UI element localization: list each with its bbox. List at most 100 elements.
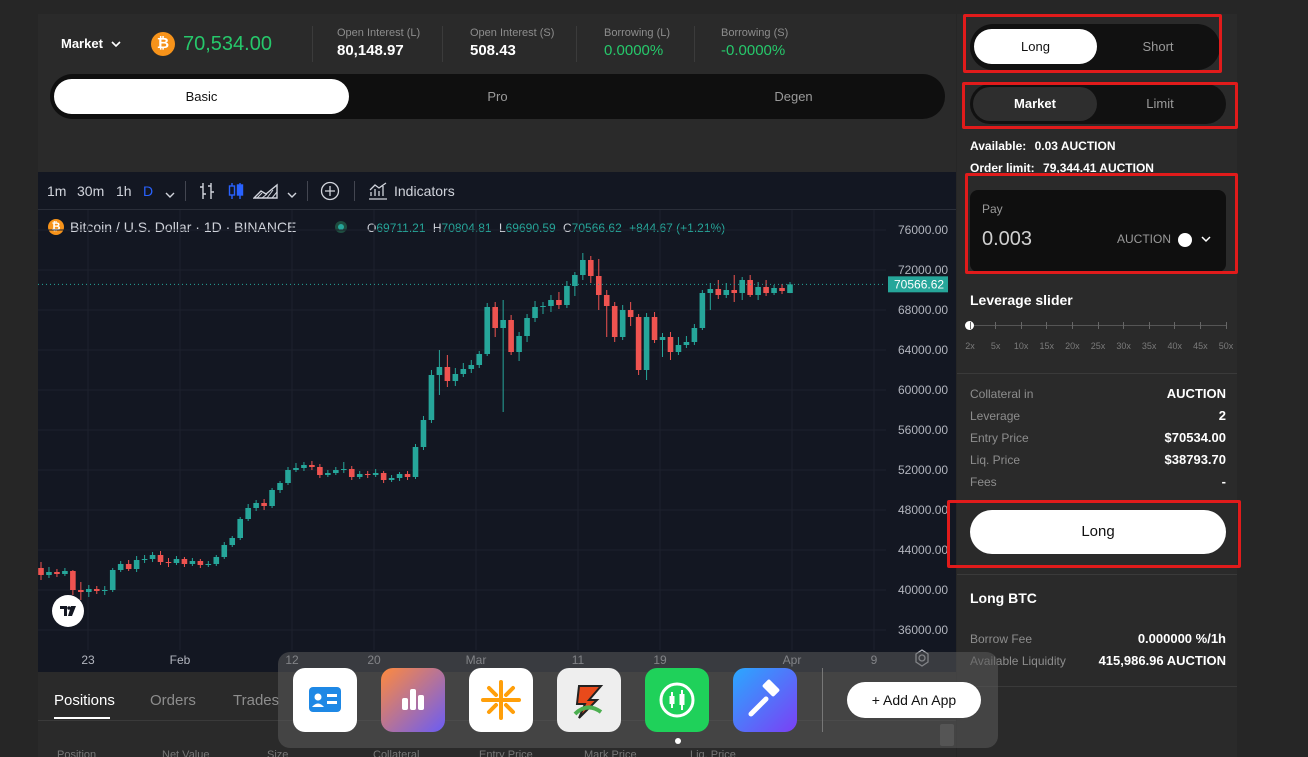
table-header-entry-price: Entry Price — [479, 749, 533, 757]
stat-label: Borrowing (S) — [721, 27, 789, 39]
bar-chart-icon[interactable] — [199, 182, 215, 203]
dock-app-contacts[interactable] — [293, 668, 357, 732]
interval-d[interactable]: D — [143, 183, 153, 199]
tab-limit[interactable]: Limit — [1098, 87, 1222, 121]
order-limit-label: Order limit: — [970, 161, 1035, 175]
candle-body — [683, 342, 690, 345]
tab-pro[interactable]: Pro — [350, 79, 645, 114]
candle-body — [197, 561, 204, 565]
interval-30m[interactable]: 30m — [77, 183, 104, 199]
table-header-size: Size — [267, 749, 289, 757]
tab-positions[interactable]: Positions — [54, 692, 115, 709]
candle-body — [237, 519, 244, 538]
tab-basic[interactable]: Basic — [54, 79, 349, 114]
candle-body — [340, 469, 347, 470]
candle-chart-icon[interactable] — [228, 182, 244, 203]
market-select[interactable]: Market — [61, 36, 121, 51]
compare-plus-icon[interactable] — [320, 181, 340, 204]
leverage-tick-label[interactable]: 20x — [1060, 341, 1084, 351]
divider — [442, 26, 443, 62]
pay-input[interactable]: 0.003 — [982, 228, 1032, 251]
divider — [307, 181, 308, 201]
candle-body — [691, 328, 698, 342]
pay-token-select[interactable]: AUCTION — [1117, 232, 1211, 247]
table-header-net-value: Net Value — [162, 749, 210, 757]
tab-degen[interactable]: Degen — [646, 79, 941, 114]
candle-body — [70, 571, 76, 590]
divider — [312, 26, 313, 62]
order-type-tabs: Market Limit — [970, 84, 1226, 124]
candle-body — [157, 555, 164, 562]
add-app-button[interactable]: + Add An App — [847, 682, 981, 718]
leverage-tick-label[interactable]: 40x — [1163, 341, 1187, 351]
lightning-icon — [573, 685, 604, 719]
candle-body — [101, 590, 108, 591]
leverage-tick-label[interactable]: 10x — [1009, 341, 1033, 351]
candlestick-chart[interactable]: 76000.00 72000.00 68000.00 64000.00 60000.00… — [38, 210, 956, 672]
candle-body — [723, 290, 730, 295]
indicators-button[interactable]: Indicators — [394, 183, 455, 199]
candle-body — [739, 280, 745, 293]
candle-body — [580, 260, 586, 275]
indicators-icon[interactable] — [368, 182, 388, 203]
candle-chart-icon — [659, 682, 695, 718]
leverage-tick-label[interactable]: 35x — [1137, 341, 1161, 351]
dock-app-sparkle[interactable] — [469, 668, 533, 732]
leverage-tick-label[interactable]: 50x — [1214, 341, 1238, 351]
leverage-tick-label[interactable]: 30x — [1112, 341, 1136, 351]
tab-market[interactable]: Market — [973, 87, 1097, 121]
dock-app-lightning[interactable] — [557, 668, 621, 732]
candle-body — [348, 469, 355, 477]
candle-body — [492, 307, 498, 328]
y-axis-tick-label: 48000.00 — [898, 503, 948, 517]
dock-page-indicator — [675, 738, 681, 744]
candle-body — [181, 559, 188, 564]
leverage-tick-mark — [1046, 322, 1048, 329]
chart-widget[interactable]: 1m 30m 1h D Indicators ₿ Bitcoin / U.S. … — [38, 172, 956, 672]
divider — [957, 373, 1237, 374]
chevron-down-icon — [110, 36, 121, 51]
candle-body — [309, 465, 315, 467]
leverage-tick-label[interactable]: 5x — [984, 341, 1008, 351]
tab-short[interactable]: Short — [1098, 29, 1218, 64]
candle-body — [109, 570, 116, 590]
dock-app-auction[interactable] — [733, 668, 797, 732]
scrollbar-thumb[interactable] — [940, 724, 954, 746]
pay-label: Pay — [982, 202, 1003, 216]
candle-body — [205, 564, 212, 565]
candle-body — [189, 561, 196, 564]
tab-orders[interactable]: Orders — [150, 692, 196, 709]
y-axis-tick-label: 40000.00 — [898, 583, 948, 597]
y-axis-tick-label: 76000.00 — [898, 223, 948, 237]
tradingview-logo-icon[interactable] — [52, 595, 84, 627]
tab-trades[interactable]: Trades — [233, 692, 279, 709]
candle-body — [651, 317, 658, 340]
leverage-tick-label[interactable]: 25x — [1086, 341, 1110, 351]
candle-body — [468, 365, 475, 369]
candle-body — [261, 503, 267, 506]
area-chart-icon[interactable] — [252, 183, 279, 202]
candle-body — [587, 260, 594, 276]
dock-app-analytics[interactable] — [381, 668, 445, 732]
candle-body — [564, 286, 570, 305]
leverage-tick-label[interactable]: 2x — [958, 341, 982, 351]
interval-1m[interactable]: 1m — [47, 183, 66, 199]
dock-app-trading[interactable] — [645, 668, 709, 732]
y-axis-tick-label: 52000.00 — [898, 463, 948, 477]
stat-open-interest-short: Open Interest (S) 508.43 — [470, 27, 554, 59]
interval-1h[interactable]: 1h — [116, 183, 132, 199]
pay-token-label: AUCTION — [1117, 232, 1171, 246]
candle-body — [667, 337, 674, 352]
pay-input-box[interactable]: Pay 0.003 AUCTION — [970, 190, 1226, 272]
leverage-tick-label[interactable]: 45x — [1188, 341, 1212, 351]
chevron-down-icon[interactable] — [165, 186, 175, 202]
chevron-down-icon[interactable] — [287, 186, 297, 202]
stat-value: 0.0000% — [604, 42, 664, 59]
candle-body — [149, 555, 156, 559]
leverage-tick-label[interactable]: 15x — [1035, 341, 1059, 351]
market-select-label: Market — [61, 36, 103, 51]
candle-body — [779, 288, 785, 291]
long-submit-button[interactable]: Long — [970, 510, 1226, 554]
available-value: 0.03 AUCTION — [1034, 139, 1116, 153]
tab-long[interactable]: Long — [974, 29, 1097, 64]
